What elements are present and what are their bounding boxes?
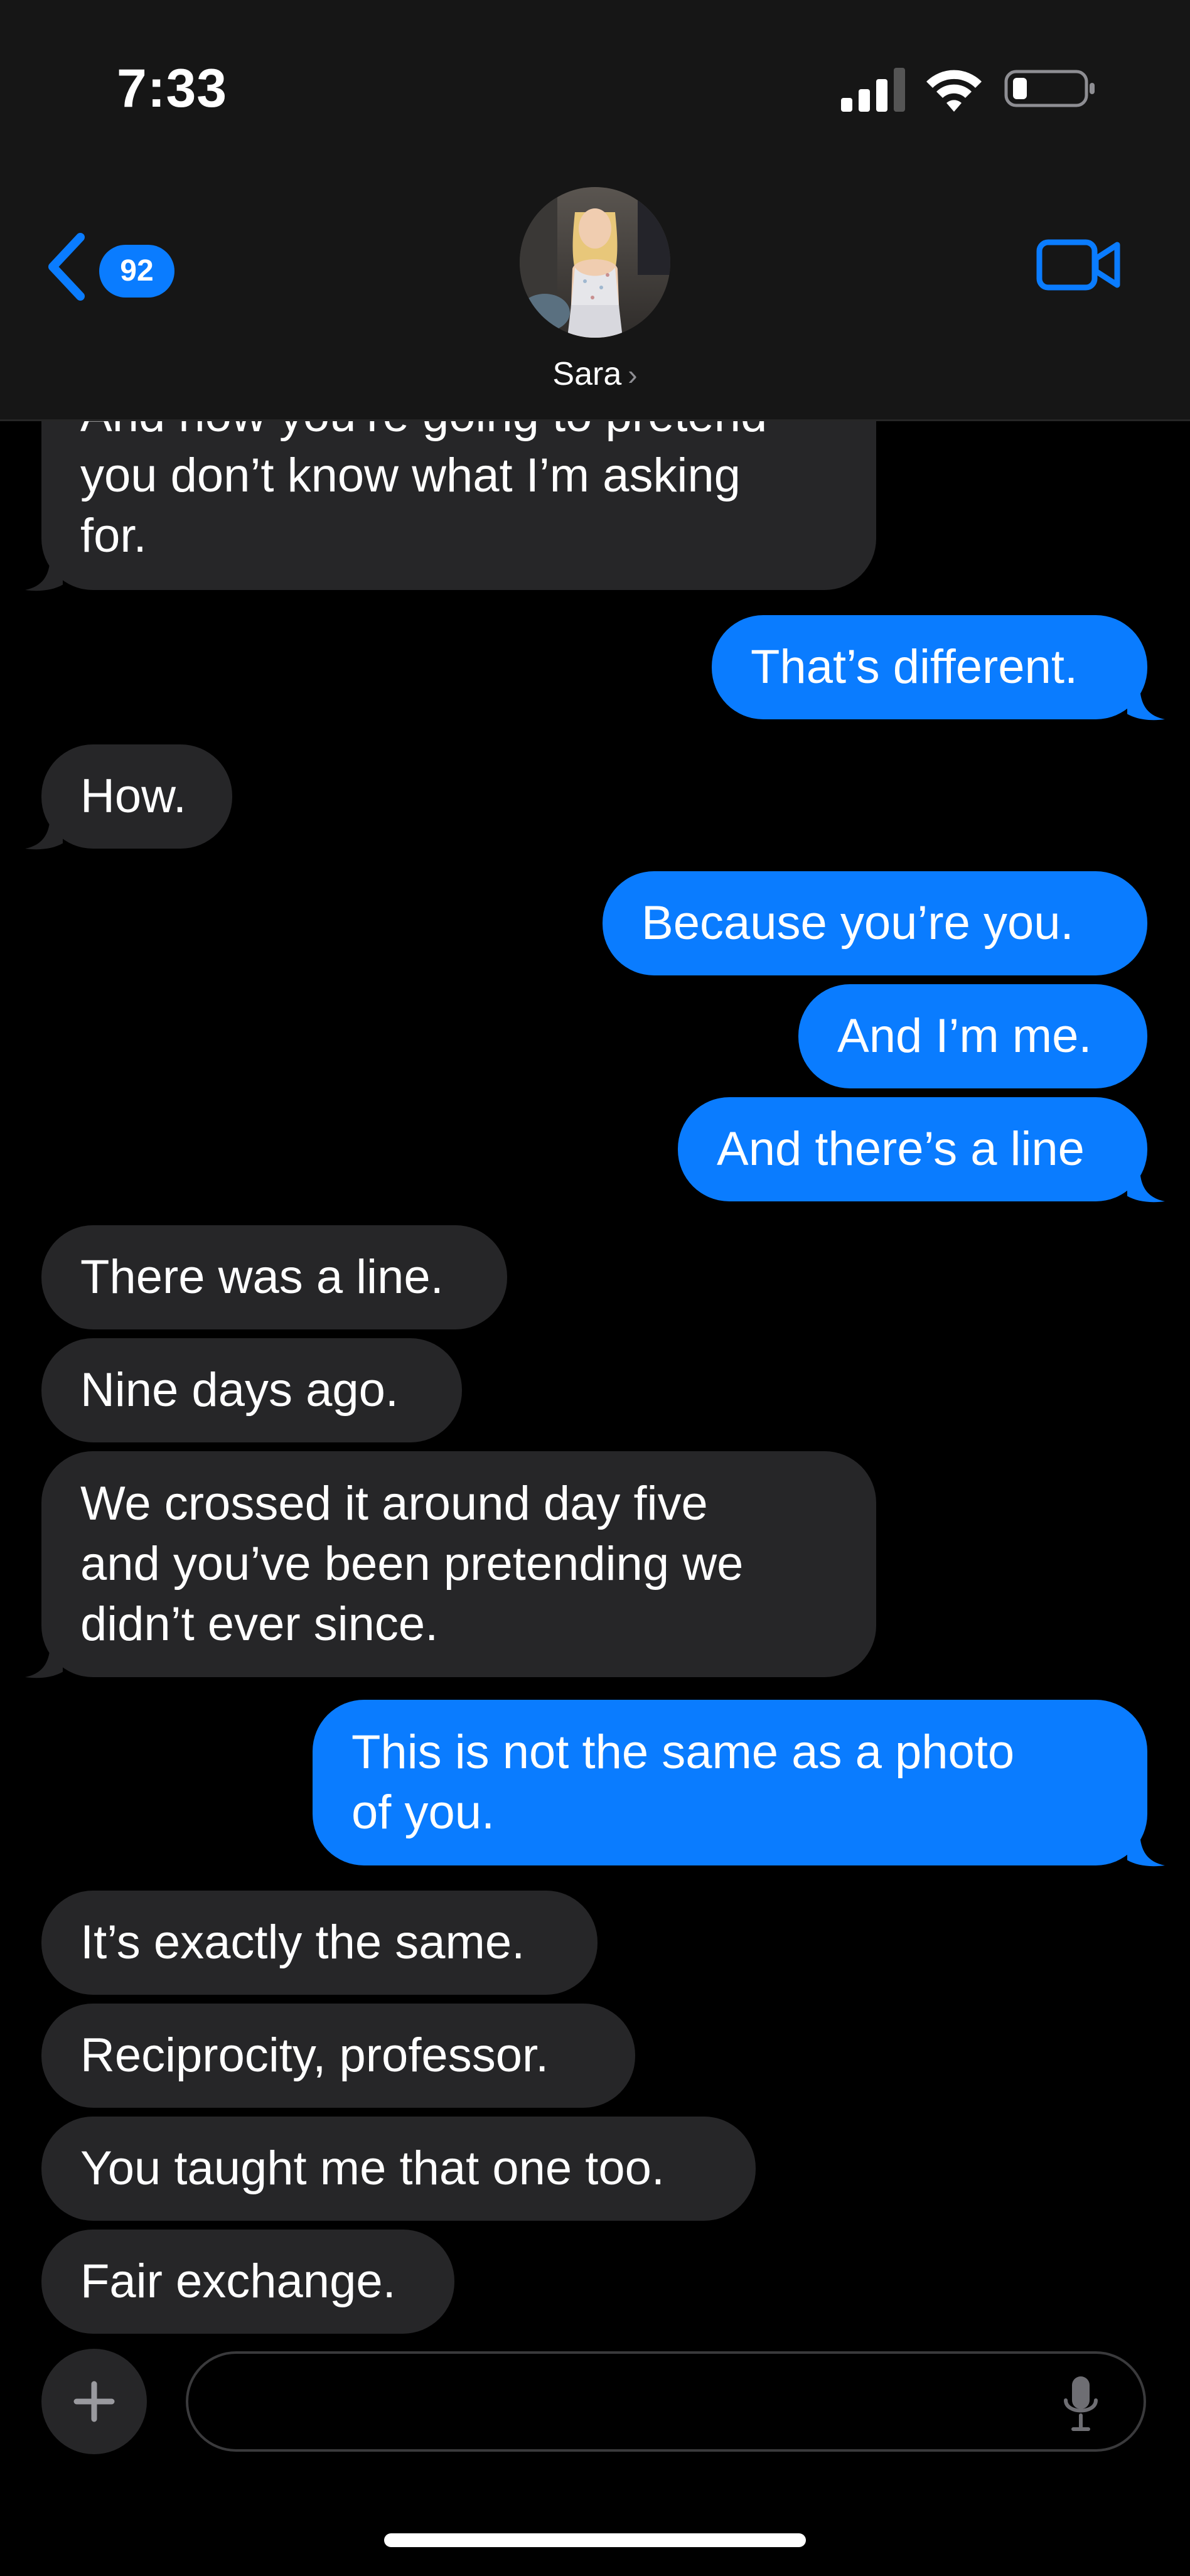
message-bubble-outgoing[interactable]: That’s different.	[712, 615, 1147, 719]
message-bubble-incoming[interactable]: You taught me that one too.	[41, 2117, 756, 2221]
bubble-tail	[1127, 1166, 1165, 1203]
chevron-right-icon: ›	[628, 358, 638, 391]
message-bubble-outgoing[interactable]: Because you’re you.	[603, 871, 1147, 975]
avatar-photo	[520, 187, 670, 338]
unread-count-badge: 92	[99, 245, 174, 298]
status-time: 7:33	[117, 58, 228, 119]
message-text: And there’s a line	[717, 1122, 1085, 1176]
add-attachment-button[interactable]	[41, 2349, 147, 2454]
bubble-tail	[25, 813, 63, 850]
message-bubble-outgoing[interactable]: And I’m me.	[798, 984, 1147, 1088]
message-bubble-incoming[interactable]: Reciprocity, professor.	[41, 2004, 635, 2108]
message-text: Fair exchange.	[80, 2255, 396, 2308]
video-call-icon[interactable]	[1036, 233, 1123, 296]
contact-name-button[interactable]: Sara ›	[0, 355, 1190, 393]
message-bubble-incoming[interactable]: How.	[41, 744, 232, 849]
conversation-header: 7:33 92 Sara ›	[0, 0, 1190, 421]
message-bubble-incoming[interactable]: Nine days ago.	[41, 1338, 462, 1442]
message-bubble-outgoing[interactable]: And there’s a line	[678, 1097, 1147, 1201]
message-bubble-incoming[interactable]: There was a line.	[41, 1225, 507, 1329]
messages-screen: And now you’re going to pretend you don’…	[0, 0, 1190, 2576]
bubble-tail	[25, 1642, 63, 1678]
message-text: Reciprocity, professor.	[80, 2029, 549, 2082]
message-text: That’s different.	[751, 640, 1078, 694]
contact-avatar[interactable]	[520, 187, 670, 338]
message-text: You taught me that one too.	[80, 2142, 665, 2195]
battery-icon	[1004, 70, 1095, 107]
message-text: Nine days ago.	[80, 1363, 399, 1417]
message-text: We crossed it around day five and you’ve…	[80, 1477, 744, 1651]
message-bubble-incoming[interactable]: Fair exchange.	[41, 2230, 454, 2334]
chevron-left-icon	[48, 233, 85, 301]
message-text: Because you’re you.	[641, 896, 1074, 950]
bubble-tail	[1127, 1830, 1165, 1867]
message-input[interactable]	[186, 2351, 1146, 2452]
contact-name: Sara	[552, 356, 622, 392]
message-text: And I’m me.	[837, 1009, 1092, 1063]
bubble-tail	[25, 555, 63, 591]
back-button[interactable]: 92	[44, 226, 176, 308]
message-text: It’s exactly the same.	[80, 1916, 525, 1969]
cellular-signal-icon	[841, 68, 905, 112]
plus-icon	[73, 2381, 115, 2422]
microphone-icon[interactable]	[1062, 2375, 1100, 2432]
home-indicator[interactable]	[384, 2533, 806, 2547]
message-bubble-incoming[interactable]: It’s exactly the same.	[41, 1891, 598, 1995]
message-bubble-outgoing[interactable]: This is not the same as a photo of you.	[313, 1700, 1147, 1865]
message-text: How.	[80, 770, 186, 823]
wifi-icon	[926, 70, 982, 112]
message-text: This is not the same as a photo of you.	[351, 1725, 1015, 1839]
message-bubble-incoming[interactable]: We crossed it around day five and you’ve…	[41, 1451, 876, 1677]
bubble-tail	[1127, 684, 1165, 721]
message-text: There was a line.	[80, 1250, 444, 1304]
